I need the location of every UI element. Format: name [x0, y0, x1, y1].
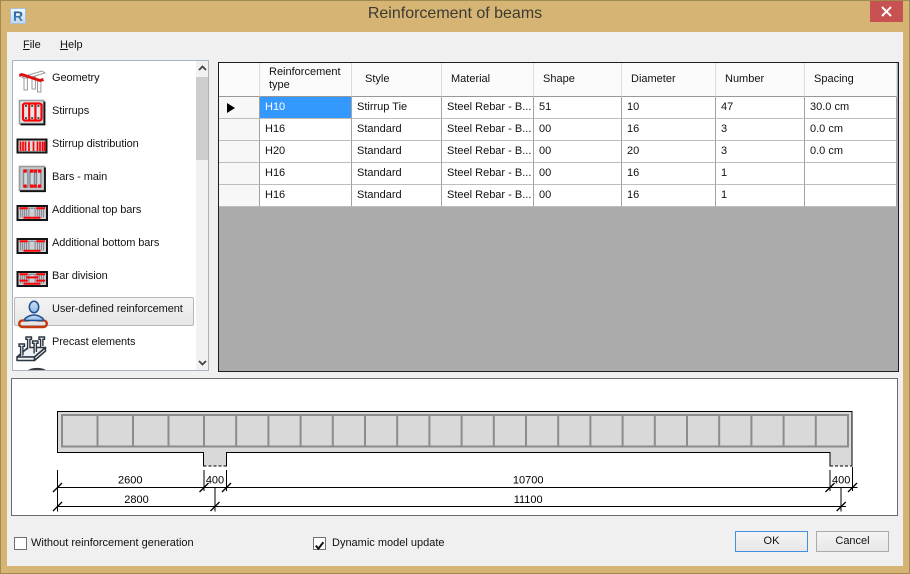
svg-text:400: 400 — [206, 474, 224, 486]
svg-text:2800: 2800 — [124, 494, 148, 506]
svg-text:10700: 10700 — [513, 474, 544, 486]
svg-text:2600: 2600 — [118, 474, 142, 486]
svg-text:400: 400 — [832, 474, 850, 486]
svg-text:11100: 11100 — [514, 494, 543, 506]
